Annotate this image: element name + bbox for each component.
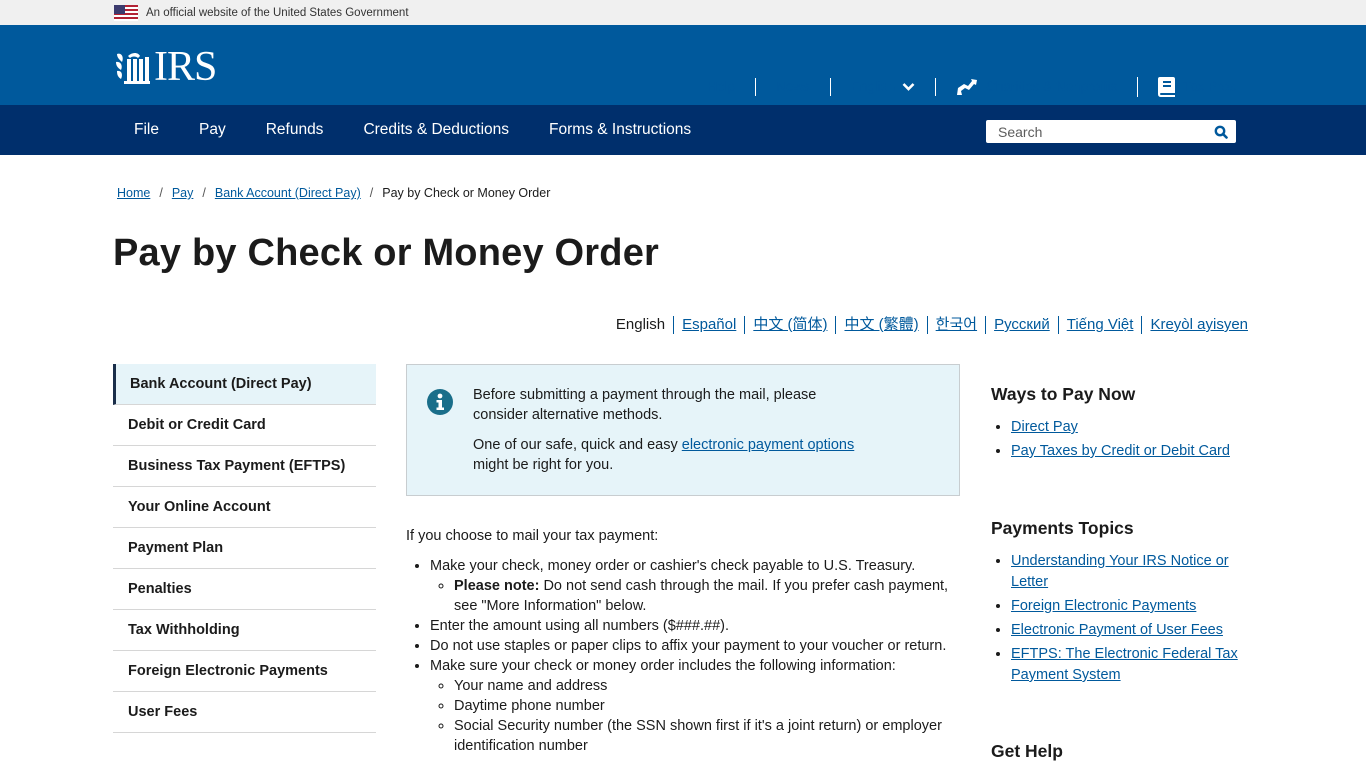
utility-link-news[interactable]: News: [755, 78, 830, 96]
list-item: Please note: Do not send cash through th…: [454, 576, 960, 616]
intro-text: If you choose to mail your tax payment:: [406, 528, 659, 544]
user-fees-link[interactable]: Electronic Payment of User Fees: [1011, 622, 1223, 638]
language-link-vietnamese[interactable]: Tiếng Việt: [1057, 316, 1142, 334]
breadcrumb-bank-account[interactable]: Bank Account (Direct Pay): [215, 186, 361, 200]
language-link-chinese-simplified[interactable]: 中文 (简体): [744, 316, 835, 334]
utility-link-tax-pros[interactable]: Tax Pros: [1137, 77, 1236, 97]
gov-banner: An official website of the United States…: [0, 0, 1366, 25]
page-title: Pay by Check or Money Order: [113, 232, 660, 274]
eftps-link[interactable]: EFTPS: The Electronic Federal Tax Paymen…: [1011, 646, 1238, 683]
language-link-russian[interactable]: Русский: [985, 316, 1058, 334]
alert-text-1: Before submitting a payment through the …: [473, 387, 817, 423]
alert-text-2-prefix: One of our safe, quick and easy: [473, 437, 682, 453]
irs-notice-link[interactable]: Understanding Your IRS Notice or Letter: [1011, 553, 1229, 590]
us-flag-icon: [114, 4, 138, 21]
search-icon: [1214, 125, 1228, 139]
handshake-icon: [957, 79, 978, 95]
breadcrumb-pay[interactable]: Pay: [172, 186, 194, 200]
nav-item-pay[interactable]: Pay: [179, 105, 246, 155]
list-item: Make sure your check or money order incl…: [430, 656, 960, 756]
tax-pros-label: Tax Pros: [1183, 79, 1236, 94]
list-item: Your name and address: [454, 676, 960, 696]
list-item: Make your check, money order or cashier'…: [430, 556, 960, 616]
main-content: Before submitting a payment through the …: [406, 364, 960, 756]
ways-to-pay-heading: Ways to Pay Now: [991, 384, 1136, 404]
search-button[interactable]: [1206, 120, 1236, 143]
nav-item-forms-instructions[interactable]: Forms & Instructions: [529, 105, 711, 155]
utility-link-help[interactable]: Help: [687, 78, 755, 96]
bullet-text: Make your check, money order or cashier'…: [430, 558, 916, 574]
sidebar-item-user-fees[interactable]: User Fees: [113, 692, 376, 733]
sidebar-item-eftps[interactable]: Business Tax Payment (EFTPS): [113, 446, 376, 487]
language-label: English: [850, 79, 896, 94]
gov-banner-text: An official website of the United States…: [146, 6, 409, 19]
alert-text-2: One of our safe, quick and easy electron…: [473, 435, 883, 475]
help-label: Help: [707, 79, 736, 94]
breadcrumb-separator: /: [369, 186, 374, 200]
right-sidebar: Ways to Pay Now Direct Pay Pay Taxes by …: [991, 384, 1249, 774]
language-link-korean[interactable]: 한국어: [926, 316, 985, 334]
sidebar-item-tax-withholding[interactable]: Tax Withholding: [113, 610, 376, 651]
sidebar-item-penalties[interactable]: Penalties: [113, 569, 376, 610]
language-current: English: [615, 316, 666, 333]
language-link-spanish[interactable]: Español: [673, 316, 744, 334]
language-link-chinese-traditional[interactable]: 中文 (繁體): [835, 316, 926, 334]
sidebar-item-foreign-payments[interactable]: Foreign Electronic Payments: [113, 651, 376, 692]
nav-item-refunds[interactable]: Refunds: [246, 105, 344, 155]
alert-text-2-suffix: might be right for you.: [473, 457, 614, 473]
utility-link-charities[interactable]: Charities & Nonprofits: [935, 78, 1137, 96]
list-item: Enter the amount using all numbers ($###…: [430, 616, 960, 636]
breadcrumb-separator: /: [159, 186, 163, 200]
main-nav: File Pay Refunds Credits & Deductions Fo…: [0, 105, 1366, 155]
info-alert: Before submitting a payment through the …: [406, 364, 960, 496]
foreign-payments-link[interactable]: Foreign Electronic Payments: [1011, 598, 1196, 614]
get-help-section: Get Help: [991, 741, 1249, 762]
list-item: Pay Taxes by Credit or Debit Card: [1011, 441, 1249, 462]
search-input[interactable]: [986, 120, 1206, 143]
irs-logo[interactable]: IRS: [114, 44, 217, 90]
language-link-haitian-creole[interactable]: Kreyòl ayisyen: [1141, 316, 1248, 334]
mail-instructions-list: Make your check, money order or cashier'…: [406, 556, 960, 756]
payments-topics-heading: Payments Topics: [991, 518, 1134, 538]
logo-text: IRS: [154, 44, 217, 90]
breadcrumb-current: Pay by Check or Money Order: [382, 186, 551, 200]
list-item: Understanding Your IRS Notice or Letter: [1011, 551, 1249, 593]
info-icon: [427, 389, 453, 415]
news-label: News: [776, 79, 810, 94]
credit-debit-card-link[interactable]: Pay Taxes by Credit or Debit Card: [1011, 443, 1230, 459]
ways-to-pay-section: Ways to Pay Now Direct Pay Pay Taxes by …: [991, 384, 1249, 462]
breadcrumb-separator: /: [202, 186, 206, 200]
language-selector: English Español 中文 (简体) 中文 (繁體) 한국어 Русс…: [608, 316, 1248, 334]
nav-item-file[interactable]: File: [114, 105, 179, 155]
list-item: Do not use staples or paper clips to aff…: [430, 636, 960, 656]
get-help-heading: Get Help: [991, 741, 1063, 761]
sidebar-item-online-account[interactable]: Your Online Account: [113, 487, 376, 528]
sidebar-item-debit-credit-card[interactable]: Debit or Credit Card: [113, 405, 376, 446]
list-item: Daytime phone number: [454, 696, 960, 716]
site-header: IRS Help News English Charities & Nonpro…: [0, 25, 1366, 105]
direct-pay-link[interactable]: Direct Pay: [1011, 419, 1078, 435]
breadcrumb: Home / Pay / Bank Account (Direct Pay) /…: [117, 186, 550, 200]
payments-topics-section: Payments Topics Understanding Your IRS N…: [991, 518, 1249, 686]
list-item: Foreign Electronic Payments: [1011, 596, 1249, 617]
electronic-payment-options-link[interactable]: electronic payment options: [682, 437, 855, 453]
utility-nav: Help News English Charities & Nonprofits…: [687, 77, 1236, 97]
eagle-icon: [116, 53, 150, 84]
breadcrumb-home[interactable]: Home: [117, 186, 150, 200]
charities-label: Charities & Nonprofits: [986, 79, 1118, 94]
list-item: Social Security number (the SSN shown fi…: [454, 716, 960, 756]
list-item: Direct Pay: [1011, 417, 1249, 438]
bullet-text: Make sure your check or money order incl…: [430, 658, 896, 674]
search-box: [986, 120, 1236, 143]
nav-item-credits-deductions[interactable]: Credits & Deductions: [343, 105, 529, 155]
book-icon: [1158, 77, 1176, 97]
note-label: Please note:: [454, 578, 540, 594]
sidebar-item-payment-plan[interactable]: Payment Plan: [113, 528, 376, 569]
language-dropdown[interactable]: English: [829, 78, 935, 96]
list-item: EFTPS: The Electronic Federal Tax Paymen…: [1011, 644, 1249, 686]
chevron-down-icon: [902, 83, 915, 91]
sidebar-nav: Bank Account (Direct Pay) Debit or Credi…: [113, 364, 376, 733]
sidebar-item-bank-account[interactable]: Bank Account (Direct Pay): [113, 364, 376, 405]
list-item: Electronic Payment of User Fees: [1011, 620, 1249, 641]
